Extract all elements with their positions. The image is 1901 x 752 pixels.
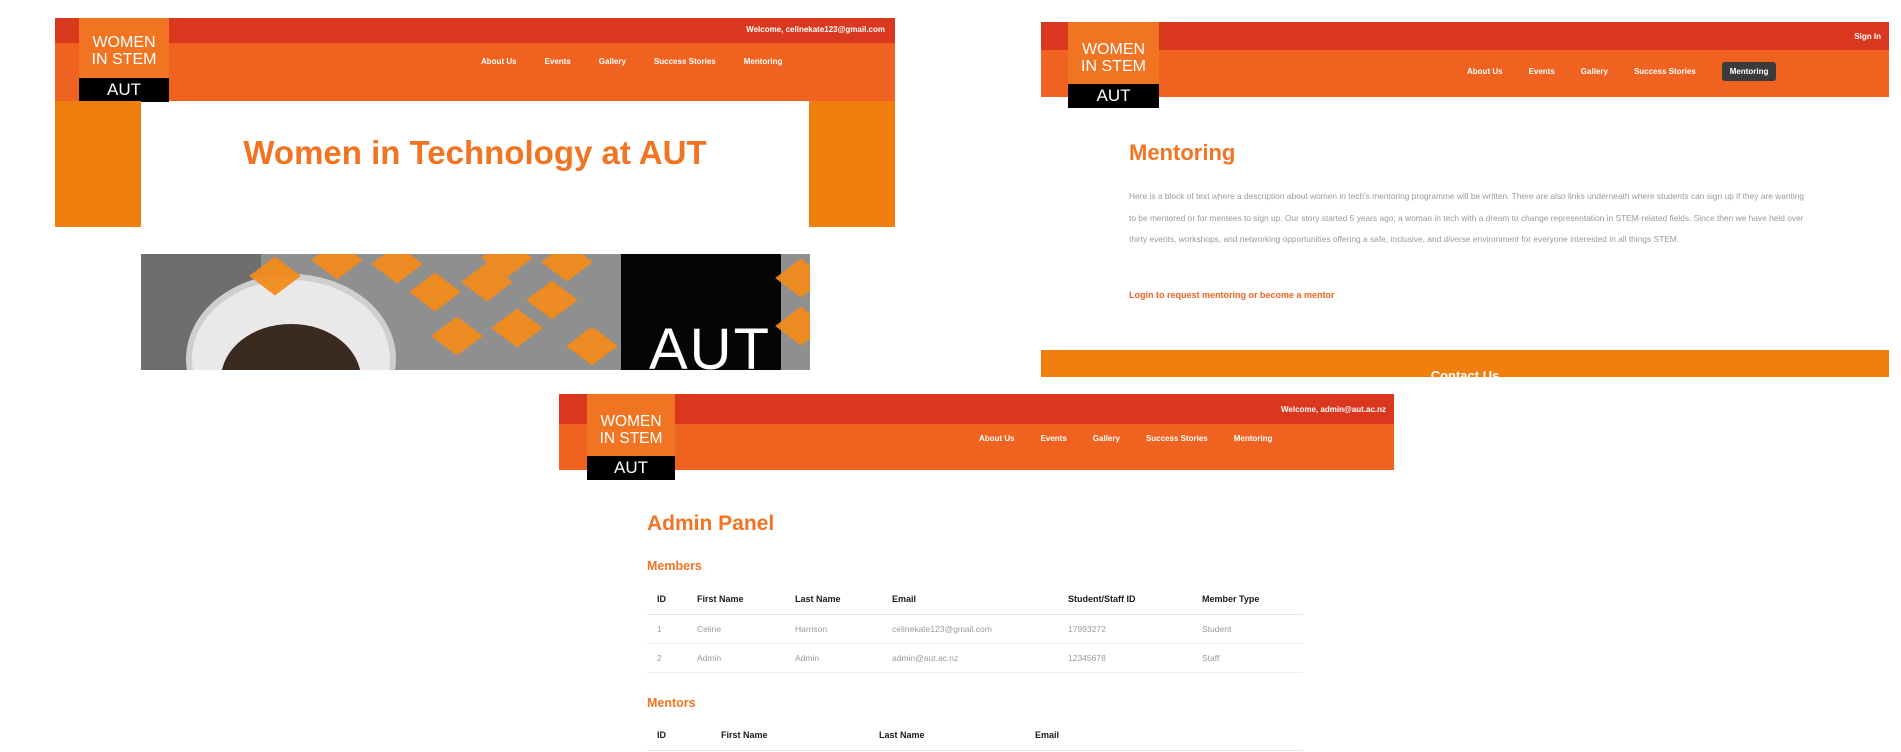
nav-success-stories[interactable]: Success Stories (654, 57, 716, 66)
main-nav: About Us Events Gallery Success Stories … (481, 57, 782, 66)
page-title: Mentoring (1129, 140, 1236, 165)
site-logo[interactable]: WOMEN IN STEM (1068, 22, 1159, 84)
logo-line-2: IN STEM (599, 430, 663, 447)
col-email: Email (882, 584, 1058, 615)
nav-success-stories[interactable]: Success Stories (1146, 434, 1208, 443)
logo-aut: AUT (79, 78, 169, 102)
nav-mentoring[interactable]: Mentoring (744, 57, 783, 66)
cell-id: 1 (647, 614, 687, 644)
col-member-type: Member Type (1192, 584, 1303, 615)
col-id: ID (647, 584, 687, 615)
welcome-text: Welcome, celinekate123@gmail.com (746, 25, 885, 34)
col-first-name: First Name (687, 584, 785, 615)
nav-events[interactable]: Events (1041, 434, 1067, 443)
nav-bar: About Us Events Gallery Success Stories … (55, 43, 895, 101)
col-last-name: Last Name (785, 584, 882, 615)
members-table: ID First Name Last Name Email Student/St… (647, 584, 1303, 673)
nav-gallery[interactable]: Gallery (599, 57, 626, 66)
welcome-text: Welcome, admin@aut.ac.nz (1280, 405, 1386, 414)
top-bar: Sign In (1041, 22, 1889, 50)
col-first-name: First Name (711, 720, 869, 751)
cell-first-name: Celine (687, 614, 785, 644)
cell-student-staff-id: 12345678 (1058, 643, 1192, 673)
main-nav: About Us Events Gallery Success Stories … (979, 434, 1272, 443)
nav-mentoring-active[interactable]: Mentoring (1721, 62, 1777, 81)
site-logo[interactable]: WOMEN IN STEM (79, 18, 169, 78)
top-bar: Welcome, celinekate123@gmail.com (55, 18, 895, 43)
nav-bar: About Us Events Gallery Success Stories … (559, 424, 1394, 470)
cell-last-name: Harrison (785, 614, 882, 644)
hero-photo: AUT (141, 254, 810, 370)
cell-member-type: Staff (1192, 643, 1303, 673)
cell-first-name: Admin (687, 643, 785, 673)
logo-line-1: WOMEN (1081, 41, 1146, 58)
nav-about-us[interactable]: About Us (979, 434, 1015, 443)
sign-in-link[interactable]: Sign In (1854, 32, 1881, 41)
cell-id: 2 (647, 643, 687, 673)
screenshot-mentoring: Sign In About Us Events Gallery Success … (1041, 22, 1889, 377)
table-header-row: ID First Name Last Name Email (647, 720, 1303, 751)
main-nav: About Us Events Gallery Success Stories … (1467, 62, 1777, 81)
nav-gallery[interactable]: Gallery (1093, 434, 1120, 443)
photo-aut-text: AUT (649, 317, 771, 370)
nav-gallery[interactable]: Gallery (1581, 67, 1608, 76)
nav-bar: About Us Events Gallery Success Stories … (1041, 50, 1889, 97)
mentoring-description: Here is a block of text where a descript… (1129, 191, 1805, 244)
logo-line-1: WOMEN (92, 34, 156, 51)
nav-about-us[interactable]: About Us (481, 57, 517, 66)
logo-aut: AUT (1068, 84, 1159, 108)
mentors-heading: Mentors (647, 696, 696, 710)
cell-member-type: Student (1192, 614, 1303, 644)
nav-mentoring[interactable]: Mentoring (1234, 434, 1273, 443)
mentors-table: ID First Name Last Name Email (647, 720, 1303, 751)
table-row: 2 Admin Admin admin@aut.ac.nz 12345678 S… (647, 643, 1303, 673)
footer-title: Contact Us (1430, 368, 1500, 377)
logo-line-2: IN STEM (91, 51, 157, 68)
cell-email: celinekate123@gmail.com (882, 614, 1058, 644)
logo-aut: AUT (587, 456, 675, 480)
screenshot-home: Welcome, celinekate123@gmail.com About U… (55, 18, 895, 370)
nav-events[interactable]: Events (545, 57, 571, 66)
screenshot-admin-panel: Welcome, admin@aut.ac.nz About Us Events… (559, 394, 1394, 752)
login-mentoring-link[interactable]: Login to request mentoring or become a m… (1129, 290, 1335, 300)
hero-title: Women in Technology at AUT (243, 134, 707, 171)
aut-panel: AUT (621, 254, 781, 370)
members-heading: Members (647, 559, 702, 573)
site-logo[interactable]: WOMEN IN STEM (587, 394, 675, 456)
top-bar: Welcome, admin@aut.ac.nz (559, 394, 1394, 424)
col-email: Email (1025, 720, 1303, 751)
table-header-row: ID First Name Last Name Email Student/St… (647, 584, 1303, 615)
col-student-staff-id: Student/Staff ID (1058, 584, 1192, 615)
cell-email: admin@aut.ac.nz (882, 643, 1058, 673)
table-row: 1 Celine Harrison celinekate123@gmail.co… (647, 614, 1303, 644)
nav-about-us[interactable]: About Us (1467, 67, 1503, 76)
logo-line-2: IN STEM (1081, 58, 1146, 75)
cell-last-name: Admin (785, 643, 882, 673)
page-title: Admin Panel (647, 512, 775, 535)
cell-student-staff-id: 17993272 (1058, 614, 1192, 644)
nav-events[interactable]: Events (1529, 67, 1555, 76)
col-id: ID (647, 720, 711, 751)
col-last-name: Last Name (869, 720, 1025, 751)
footer: Contact Us (1041, 350, 1889, 377)
nav-success-stories[interactable]: Success Stories (1634, 67, 1696, 76)
logo-line-1: WOMEN (600, 413, 662, 430)
